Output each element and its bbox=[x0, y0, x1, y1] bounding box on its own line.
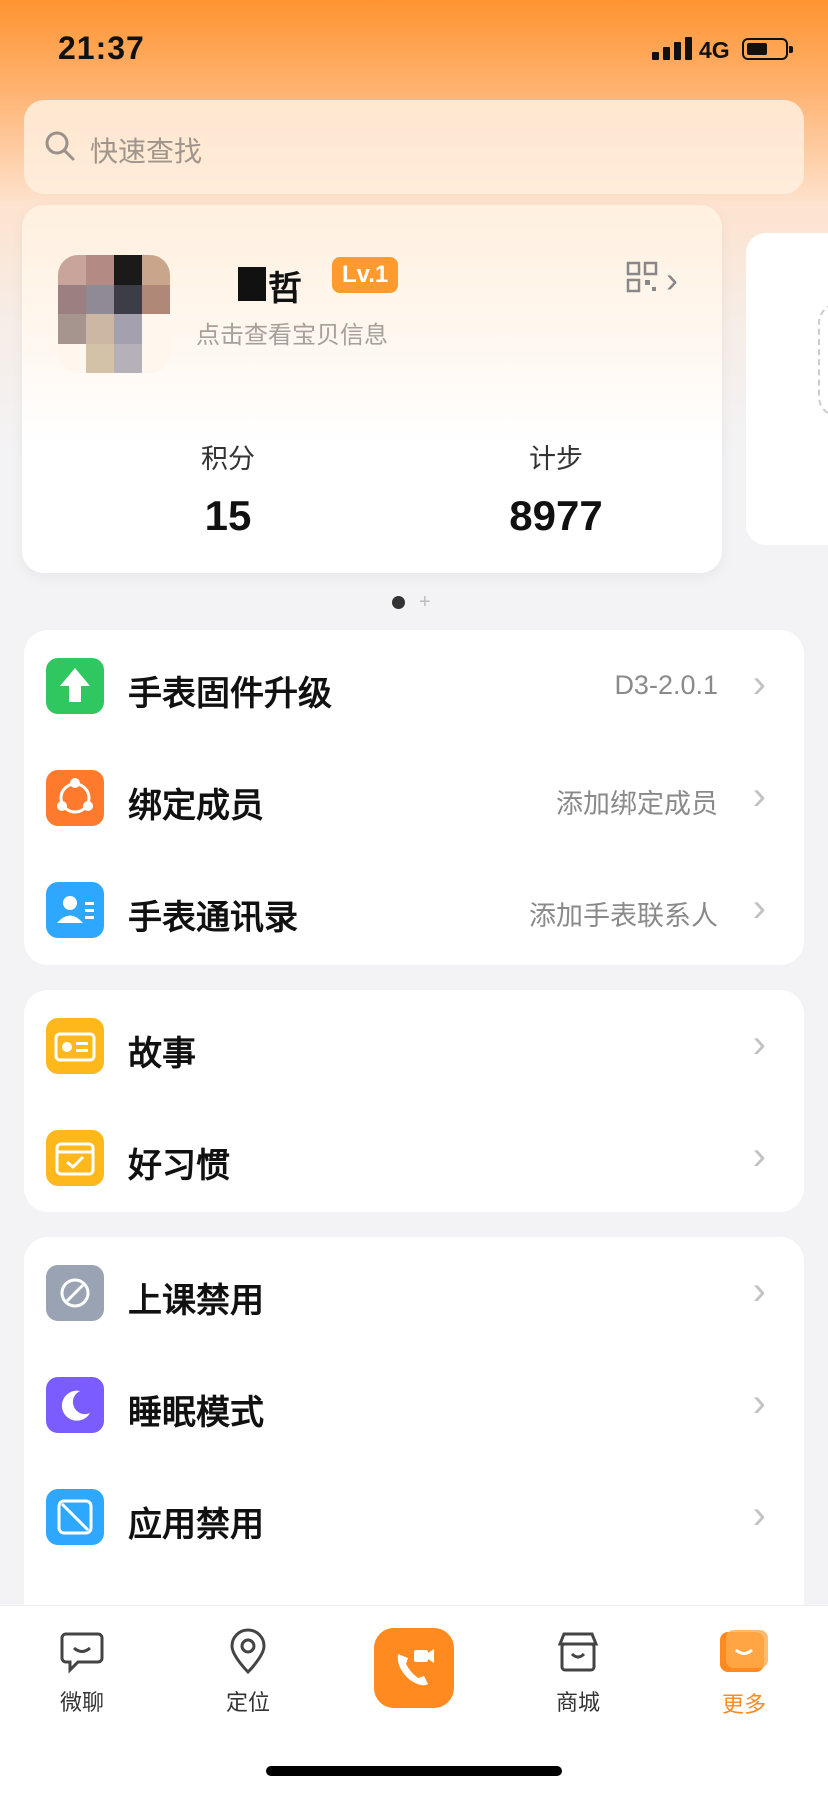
level-badge: Lv.1 bbox=[332, 257, 399, 293]
radio-icon bbox=[46, 1018, 104, 1074]
avatar[interactable] bbox=[58, 255, 170, 373]
tab-location[interactable]: 定位 bbox=[188, 1628, 308, 1717]
contacts-icon bbox=[46, 882, 104, 938]
profile-hint: 点击查看宝贝信息 bbox=[196, 322, 388, 349]
menu-item-story[interactable]: 故事 › bbox=[24, 990, 804, 1102]
chevron-right-icon: › bbox=[752, 1381, 766, 1425]
more-icon bbox=[720, 1630, 768, 1672]
menu-item-value: D3-2.0.1 bbox=[614, 670, 718, 700]
menu-item-label: 绑定成员 bbox=[128, 787, 264, 825]
battery-icon bbox=[742, 38, 793, 60]
search-icon bbox=[45, 131, 75, 161]
signal-icon bbox=[652, 36, 692, 60]
chevron-right-icon: › bbox=[752, 662, 766, 706]
moon-icon bbox=[46, 1377, 104, 1433]
menu-item-habit[interactable]: 好习惯 › bbox=[24, 1102, 804, 1214]
tab-store[interactable]: 商城 bbox=[518, 1628, 638, 1717]
tab-label: 微聊 bbox=[59, 1690, 104, 1715]
name-redaction bbox=[238, 267, 266, 301]
tab-label: 商城 bbox=[555, 1690, 600, 1715]
watch-ban-icon bbox=[46, 1265, 104, 1321]
menu-item-firmware[interactable]: 手表固件升级 D3-2.0.1 › bbox=[24, 630, 804, 742]
tab-label: 定位 bbox=[225, 1690, 270, 1715]
video-call-icon bbox=[397, 1649, 434, 1686]
menu-item-label: 好习惯 bbox=[128, 1147, 230, 1185]
tab-more[interactable]: 更多 bbox=[684, 1628, 804, 1719]
status-time: 21:37 bbox=[58, 30, 145, 66]
chat-icon bbox=[60, 1632, 104, 1674]
bottom-tab-bar: 微聊 定位 商城 更多 bbox=[0, 1605, 828, 1793]
menu-item-label: 上课禁用 bbox=[128, 1282, 264, 1320]
upgrade-arrow-icon bbox=[46, 658, 104, 714]
home-indicator bbox=[266, 1766, 562, 1776]
chevron-right-icon: › bbox=[752, 1269, 766, 1313]
menu-item-contacts[interactable]: 手表通讯录 添加手表联系人 › bbox=[24, 854, 804, 966]
search-placeholder: 快速查找 bbox=[90, 136, 203, 167]
tab-label: 更多 bbox=[721, 1692, 766, 1717]
menu-group-watch: 手表固件升级 D3-2.0.1 › 绑定成员 添加绑定成员 › 手表通讯录 添加… bbox=[24, 630, 804, 965]
menu-item-class-ban[interactable]: 上课禁用 › bbox=[24, 1237, 804, 1349]
menu-group-content: 故事 › 好习惯 › bbox=[24, 990, 804, 1212]
menu-item-label: 睡眠模式 bbox=[128, 1394, 264, 1432]
menu-item-label: 故事 bbox=[128, 1035, 196, 1073]
carousel-dot-active bbox=[392, 596, 405, 609]
video-call-button[interactable] bbox=[374, 1628, 454, 1708]
child-name: 哲 bbox=[268, 270, 302, 308]
menu-item-app-ban[interactable]: 应用禁用 › bbox=[24, 1461, 804, 1573]
network-label: 4G bbox=[699, 37, 730, 63]
stat-value: 15 bbox=[204, 492, 252, 539]
chevron-right-icon: › bbox=[752, 886, 766, 930]
menu-item-label: 手表通讯录 bbox=[128, 899, 298, 937]
stat-label: 积分 bbox=[201, 444, 255, 474]
stat-label: 计步 bbox=[529, 444, 583, 474]
menu-item-value: 添加绑定成员 bbox=[556, 789, 718, 819]
menu-item-label: 手表固件升级 bbox=[128, 675, 332, 713]
search-bar[interactable]: 快速查找 bbox=[24, 100, 804, 194]
store-icon bbox=[557, 1632, 599, 1672]
chevron-right-icon[interactable]: › bbox=[666, 259, 678, 301]
next-card-peek[interactable] bbox=[746, 233, 828, 545]
chevron-right-icon: › bbox=[752, 1022, 766, 1066]
menu-item-label: 应用禁用 bbox=[128, 1506, 264, 1544]
location-pin-icon bbox=[230, 1628, 266, 1675]
tab-chat[interactable]: 微聊 bbox=[22, 1628, 142, 1717]
menu-group-controls: 上课禁用 › 睡眠模式 › 应用禁用 › bbox=[24, 1237, 804, 1637]
carousel-add-icon: + bbox=[419, 591, 431, 613]
chevron-right-icon: › bbox=[752, 1493, 766, 1537]
app-ban-icon bbox=[46, 1489, 104, 1545]
menu-item-members[interactable]: 绑定成员 添加绑定成员 › bbox=[24, 742, 804, 854]
chevron-right-icon: › bbox=[752, 774, 766, 818]
members-share-icon bbox=[46, 770, 104, 826]
chevron-right-icon: › bbox=[752, 1134, 766, 1178]
carousel-dots: + bbox=[392, 591, 431, 613]
menu-item-sleep[interactable]: 睡眠模式 › bbox=[24, 1349, 804, 1461]
points-stat[interactable]: 积分 15 bbox=[128, 437, 328, 540]
status-bar: 21:37 4G bbox=[0, 0, 828, 100]
qr-code-icon[interactable] bbox=[626, 261, 658, 293]
calendar-check-icon bbox=[46, 1130, 104, 1186]
profile-card[interactable]: 哲 Lv.1 点击查看宝贝信息 › 积分 15 计步 8977 bbox=[22, 205, 722, 573]
menu-item-value: 添加手表联系人 bbox=[529, 901, 718, 931]
stat-value: 8977 bbox=[509, 492, 603, 539]
steps-stat[interactable]: 计步 8977 bbox=[456, 437, 656, 540]
